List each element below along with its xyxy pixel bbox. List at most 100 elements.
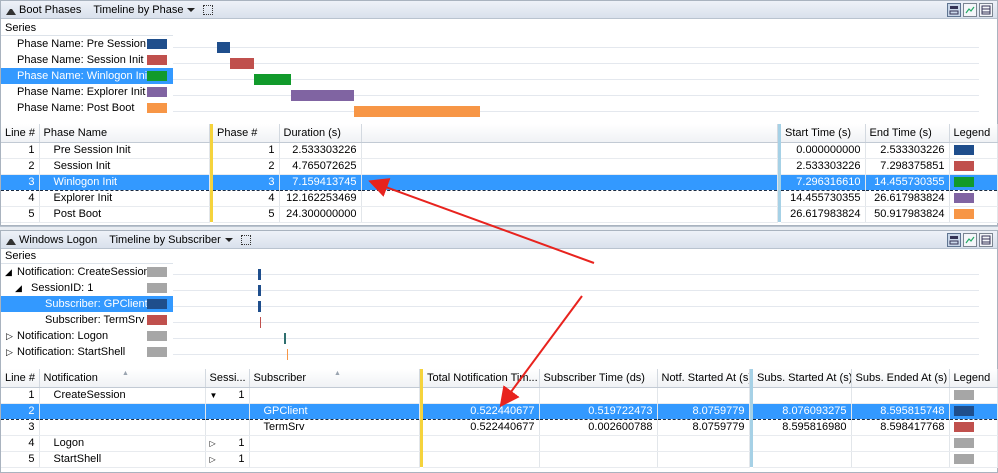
column-header-session[interactable]: Sessi... <box>205 369 250 388</box>
legend-swatch <box>953 438 974 449</box>
phase-timeline-chart[interactable] <box>173 37 979 121</box>
collapsed-triangle-icon[interactable]: ▷ <box>210 455 216 464</box>
graph-and-table-icon[interactable] <box>947 3 961 17</box>
timeline-bar[interactable] <box>230 58 254 69</box>
series-item[interactable]: Phase Name: Session Init <box>1 52 173 68</box>
table-row[interactable]: 5 Post Boot 5 24.300000000 26.617983824 … <box>1 206 998 223</box>
pane-title: Boot Phases <box>19 3 82 16</box>
timeline-bar[interactable] <box>258 269 261 280</box>
view-selector[interactable]: Timeline by Subscriber <box>109 234 220 246</box>
expanded-triangle-icon[interactable]: ◢ <box>5 264 12 280</box>
timeline-bar[interactable] <box>284 333 286 344</box>
column-header-notification[interactable]: Notification ▲ <box>39 369 206 388</box>
view-mode-buttons <box>947 233 993 247</box>
timeline-bar[interactable] <box>217 42 230 53</box>
series-item[interactable]: Phase Name: Post Boot <box>1 100 173 116</box>
table-only-icon[interactable] <box>979 3 993 17</box>
series-item-selected[interactable]: Phase Name: Winlogon Init <box>1 68 173 84</box>
series-item-selected[interactable]: Subscriber: GPClient <box>1 296 173 312</box>
column-header-subs-ended-at[interactable]: Subs. Ended At (s) <box>851 369 950 388</box>
column-header-end-time[interactable]: End Time (s) <box>865 124 950 143</box>
sort-indicator-icon: ▲ <box>122 370 129 377</box>
legend-swatch <box>147 55 167 65</box>
column-header-subscriber[interactable]: Subscriber ▲ <box>249 369 420 388</box>
subscribers-table: Line # Notification ▲ Sessi... Subscriber… <box>1 369 998 468</box>
table-row[interactable]: 1 CreateSession ▼ 1 <box>1 387 998 404</box>
series-list: Series ◢ Notification: CreateSession ◢ Ses… <box>1 249 173 360</box>
graph-and-table-icon[interactable] <box>947 233 961 247</box>
timeline-bar[interactable] <box>354 106 480 117</box>
column-header-legend[interactable]: Legend <box>949 124 998 143</box>
legend-swatch <box>147 283 167 293</box>
legend-swatch <box>147 299 167 309</box>
legend-swatch <box>147 87 167 97</box>
series-item[interactable]: ▷ Notification: Logon <box>1 328 173 344</box>
graph-only-icon[interactable] <box>963 3 977 17</box>
chevron-down-icon[interactable] <box>224 237 233 242</box>
column-header-line[interactable]: Line # <box>1 369 40 388</box>
expanded-triangle-icon[interactable]: ◢ <box>15 280 22 296</box>
series-item[interactable]: ▷ Notification: StartShell <box>1 344 173 360</box>
series-item[interactable]: Phase Name: Explorer Init <box>1 84 173 100</box>
series-item[interactable]: Phase Name: Pre Session I... <box>1 36 173 52</box>
legend-swatch <box>953 422 974 433</box>
windows-logon-titlebar: Windows Logon Timeline by Subscriber <box>1 231 997 249</box>
timeline-bar[interactable] <box>258 301 261 312</box>
legend-swatch <box>953 390 974 401</box>
boot-phases-titlebar: Boot Phases Timeline by Phase <box>1 1 997 19</box>
series-item[interactable]: ◢ SessionID: 1 <box>1 280 173 296</box>
collapsed-triangle-icon[interactable]: ▷ <box>210 439 216 448</box>
timeline-bar[interactable] <box>258 285 261 296</box>
column-header-legend[interactable]: Legend <box>949 369 998 388</box>
series-item[interactable]: Subscriber: TermSrv <box>1 312 173 328</box>
timeline-bar[interactable] <box>287 349 288 360</box>
table-row[interactable]: 1 Pre Session Init 1 2.533303226 0.00000… <box>1 142 998 159</box>
collapse-triangle-icon[interactable] <box>6 235 16 245</box>
expanded-triangle-icon[interactable]: ▼ <box>210 391 218 400</box>
phases-table: Line # Phase Name Phase # Duration (s) S… <box>1 124 998 223</box>
column-header-line[interactable]: Line # <box>1 124 40 143</box>
legend-swatch <box>147 39 167 49</box>
collapsed-triangle-icon[interactable]: ▷ <box>6 344 13 360</box>
column-header-empty <box>361 124 778 143</box>
chevron-down-icon[interactable] <box>187 7 196 12</box>
table-row[interactable]: 5 StartShell ▷ 1 <box>1 451 998 468</box>
column-header-start-time[interactable]: Start Time (s) <box>781 124 866 143</box>
series-item[interactable]: ◢ Notification: CreateSession <box>1 264 173 280</box>
legend-swatch <box>953 145 974 156</box>
column-header-total-notification-time[interactable]: Total Notification Tim... <box>423 369 540 388</box>
column-header-subs-started-at[interactable]: Subs. Started At (s) <box>753 369 852 388</box>
collapsed-triangle-icon[interactable]: ▷ <box>6 328 13 344</box>
table-row[interactable]: 2 Session Init 2 4.765072625 2.533303226… <box>1 158 998 175</box>
subscriber-timeline-chart[interactable] <box>173 265 979 365</box>
legend-swatch <box>147 347 167 357</box>
sort-indicator-icon: ▲ <box>334 370 341 377</box>
table-row-selected[interactable]: 3 Winlogon Init 3 7.159413745 7.29631661… <box>1 173 998 191</box>
column-header-duration[interactable]: Duration (s) <box>279 124 362 143</box>
legend-swatch <box>953 193 974 204</box>
legend-swatch <box>953 406 974 417</box>
view-mode-buttons <box>947 3 993 17</box>
collapse-triangle-icon[interactable] <box>6 5 16 15</box>
view-selector[interactable]: Timeline by Phase <box>93 4 183 16</box>
settings-icon[interactable] <box>203 4 214 15</box>
graph-only-icon[interactable] <box>963 233 977 247</box>
legend-swatch <box>953 177 974 188</box>
column-header-notf-started-at[interactable]: Notf. Started At (s) <box>657 369 750 388</box>
legend-swatch <box>147 315 167 325</box>
timeline-bar[interactable] <box>254 74 291 85</box>
table-row[interactable]: 4 Explorer Init 4 12.162253469 14.455730… <box>1 190 998 207</box>
column-header-phase-name[interactable]: Phase Name <box>39 124 210 143</box>
legend-swatch <box>953 161 974 172</box>
table-row[interactable]: 3 TermSrv 0.522440677 0.002600788 8.0759… <box>1 419 998 436</box>
column-header-phase-number[interactable]: Phase # <box>213 124 280 143</box>
table-row[interactable]: 4 Logon ▷ 1 <box>1 435 998 452</box>
table-row-selected[interactable]: 2 GPClient 0.522440677 0.519722473 8.075… <box>1 402 998 420</box>
timeline-bar[interactable] <box>260 317 261 328</box>
settings-icon[interactable] <box>240 234 251 245</box>
series-list: Series Phase Name: Pre Session I... Phas… <box>1 21 173 116</box>
column-header-subscriber-time[interactable]: Subscriber Time (ds) <box>539 369 658 388</box>
timeline-bar[interactable] <box>291 90 354 101</box>
series-header: Series <box>1 249 173 264</box>
table-only-icon[interactable] <box>979 233 993 247</box>
